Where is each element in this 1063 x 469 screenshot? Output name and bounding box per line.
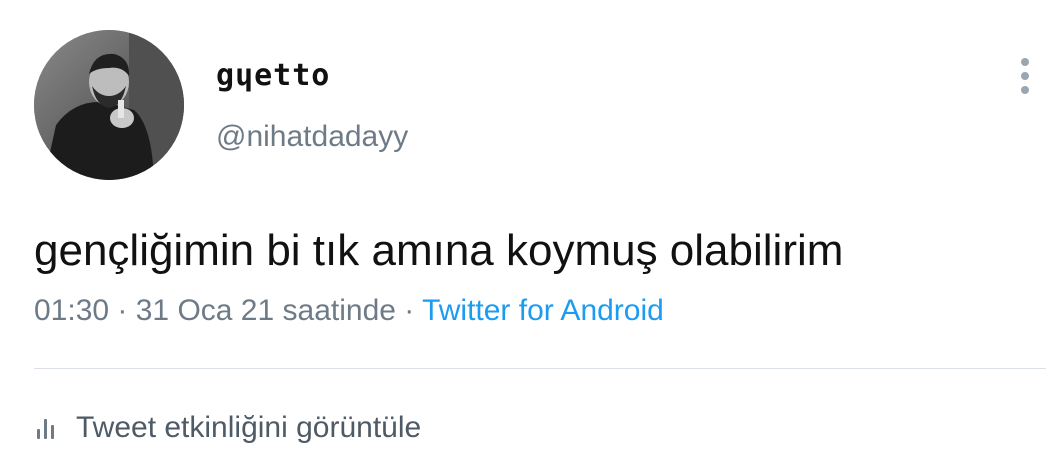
display-name[interactable]: gɥetto [216,58,330,93]
meta-separator: · [109,294,136,327]
username[interactable]: @nihatdadayy [216,120,408,154]
tweet-date[interactable]: 31 Oca 21 saatinde [136,294,396,327]
view-tweet-activity-button[interactable]: Tweet etkinliğini görüntüle [34,408,421,448]
bar-chart-icon [34,415,60,441]
meta-separator: · [395,294,423,327]
tweet-time[interactable]: 01:30 [34,294,109,327]
more-options-button[interactable] [1012,56,1040,96]
divider [34,368,1046,369]
tweet-meta: 01:30 · 31 Oca 21 saatinde · Twitter for… [34,294,664,328]
avatar[interactable] [34,30,184,180]
tweet-card: gɥetto @nihatdadayy gençliğimin bi tık a… [0,0,1063,469]
tweet-text: gençliğimin bi tık amına koymuş olabilir… [34,226,844,275]
avatar-photo [34,30,184,180]
tweet-source-link[interactable]: Twitter for Android [422,294,664,327]
view-tweet-activity-label: Tweet etkinliğini görüntüle [76,411,422,444]
